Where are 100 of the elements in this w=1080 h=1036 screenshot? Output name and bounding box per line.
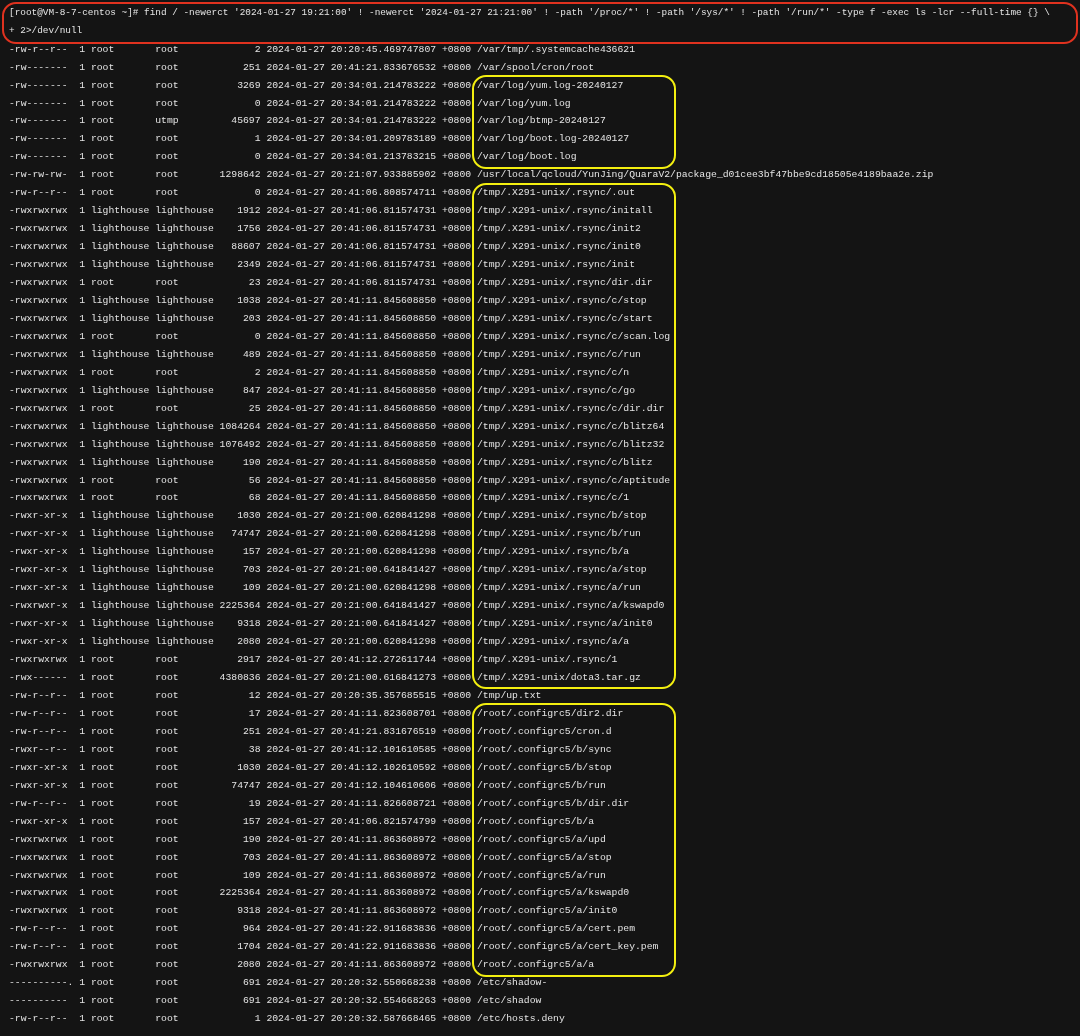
- time-text: 20:41:11.845608850: [330, 402, 437, 414]
- timezone-text: +0800: [441, 528, 472, 540]
- file-size: 157: [243, 546, 261, 558]
- owner-text: root: [90, 97, 115, 109]
- file-path: /var/tmp/.systemcache436621: [477, 43, 635, 55]
- owner-text: root: [90, 115, 115, 127]
- link-count: 1: [79, 797, 86, 809]
- permissions-text: -rw-r--r--: [9, 923, 68, 935]
- date-text: 2024-01-27: [266, 474, 325, 486]
- link-count: 1: [79, 1013, 86, 1025]
- timezone-text: +0800: [441, 151, 472, 163]
- file-size: 2225364: [219, 600, 261, 612]
- file-size: 74747: [231, 528, 261, 540]
- time-text: 20:34:01.214783222: [330, 97, 437, 109]
- owner-text: root: [90, 187, 115, 199]
- owner-text: root: [90, 743, 115, 755]
- file-size: 964: [243, 923, 261, 935]
- owner-text: root: [90, 689, 115, 701]
- timezone-text: +0800: [441, 995, 472, 1007]
- timezone-text: +0800: [441, 977, 472, 989]
- owner-text: root: [90, 707, 115, 719]
- file-path: /tmp/.X291-unix/.rsync/b/stop: [477, 510, 647, 522]
- link-count: 1: [79, 61, 86, 73]
- date-text: 2024-01-27: [266, 187, 325, 199]
- file-path: /var/log/boot.log-20240127: [477, 133, 630, 145]
- permissions-text: -rwxr-xr-x: [9, 618, 68, 630]
- group-text: lighthouse: [155, 420, 214, 432]
- link-count: 1: [79, 205, 86, 217]
- file-path: /root/.configrc5/a/a: [477, 959, 595, 971]
- file-size: 691: [243, 995, 261, 1007]
- group-text: lighthouse: [155, 546, 214, 558]
- permissions-text: -rwx------: [9, 672, 68, 683]
- date-text: 2024-01-27: [266, 941, 325, 953]
- timezone-text: +0800: [441, 79, 472, 91]
- file-path: /root/.configrc5/cron.d: [477, 725, 612, 737]
- file-size: 45697: [231, 115, 261, 127]
- date-text: 2024-01-27: [266, 815, 325, 827]
- link-count: 1: [79, 869, 86, 881]
- time-text: 20:41:21.831676519: [330, 725, 437, 737]
- file-path: /tmp/.X291-unix/.rsync/c/dir.dir: [477, 402, 665, 414]
- file-path: /var/log/btmp-20240127: [477, 115, 606, 127]
- command-line: [root@VM-8-7-centos ~]# find / -newerct '2024-01-27 19:21:00' ! -newerct '2024-01-27 21:21:00' ! -path '/proc/*' ! -path '/sys/*' ! -path '/run/*' -type f -exec ls -lcr --full-time {} \: [9, 7, 1050, 18]
- date-text: 2024-01-27: [266, 582, 325, 594]
- file-size: 2: [254, 366, 261, 378]
- permissions-text: -rwxrwxrwx: [9, 223, 68, 235]
- owner-text: root: [90, 61, 115, 73]
- file-path: /root/.configrc5/b/sync: [477, 743, 612, 755]
- file-path: /root/.configrc5/a/cert_key.pem: [477, 941, 659, 953]
- timezone-text: +0800: [441, 295, 472, 306]
- date-text: 2024-01-27: [266, 977, 325, 989]
- time-text: 20:34:01.214783222: [330, 79, 437, 91]
- owner-text: root: [90, 779, 115, 791]
- link-count: 1: [79, 169, 86, 181]
- file-path: /root/.configrc5/a/run: [477, 869, 606, 881]
- group-text: root: [155, 779, 179, 791]
- file-path: /tmp/.X291-unix/.rsync/c/aptitude: [477, 474, 671, 486]
- link-count: 1: [79, 492, 86, 504]
- date-text: 2024-01-27: [266, 654, 325, 666]
- date-text: 2024-01-27: [266, 223, 325, 235]
- file-size: 2349: [237, 259, 261, 271]
- group-text: root: [155, 995, 179, 1007]
- file-path: /tmp/.X291-unix/.rsync/init: [477, 259, 635, 271]
- file-size: 703: [243, 851, 261, 863]
- time-text: 20:21:00.641841427: [330, 618, 437, 630]
- file-size: 109: [243, 869, 261, 881]
- file-size: 25: [248, 402, 261, 414]
- date-text: 2024-01-27: [266, 725, 325, 737]
- link-count: 1: [79, 510, 86, 522]
- file-path: /tmp/.X291-unix/.rsync/init0: [477, 241, 641, 253]
- file-size: 703: [243, 564, 261, 576]
- file-size: 19: [248, 797, 261, 809]
- file-size: 1912: [237, 205, 261, 217]
- link-count: 1: [79, 187, 86, 199]
- group-text: lighthouse: [155, 295, 214, 306]
- group-text: root: [155, 707, 179, 719]
- link-count: 1: [79, 438, 86, 450]
- file-path: /root/.configrc5/a/stop: [477, 851, 612, 863]
- owner-text: lighthouse: [90, 510, 150, 522]
- group-text: lighthouse: [155, 241, 214, 253]
- owner-text: root: [90, 887, 115, 899]
- file-size: 38: [248, 743, 261, 755]
- link-count: 1: [79, 151, 86, 163]
- timezone-text: +0800: [441, 546, 472, 558]
- owner-text: root: [90, 725, 115, 737]
- group-text: root: [155, 905, 179, 917]
- file-size: 56: [248, 474, 261, 486]
- link-count: 1: [79, 259, 86, 271]
- permissions-text: -rwxr-xr-x: [9, 564, 68, 576]
- link-count: 1: [79, 79, 86, 91]
- link-count: 1: [79, 223, 86, 235]
- time-text: 20:21:00.620841298: [330, 636, 437, 648]
- group-text: lighthouse: [155, 259, 214, 271]
- time-text: 20:20:32.550668238: [330, 977, 437, 989]
- time-text: 20:21:00.620841298: [330, 510, 437, 522]
- time-text: 20:41:11.845608850: [330, 384, 437, 396]
- permissions-text: -rwxr-xr-x: [9, 528, 68, 540]
- link-count: 1: [79, 833, 86, 845]
- timezone-text: +0800: [441, 707, 472, 719]
- date-text: 2024-01-27: [266, 672, 325, 683]
- timezone-text: +0800: [441, 1013, 472, 1025]
